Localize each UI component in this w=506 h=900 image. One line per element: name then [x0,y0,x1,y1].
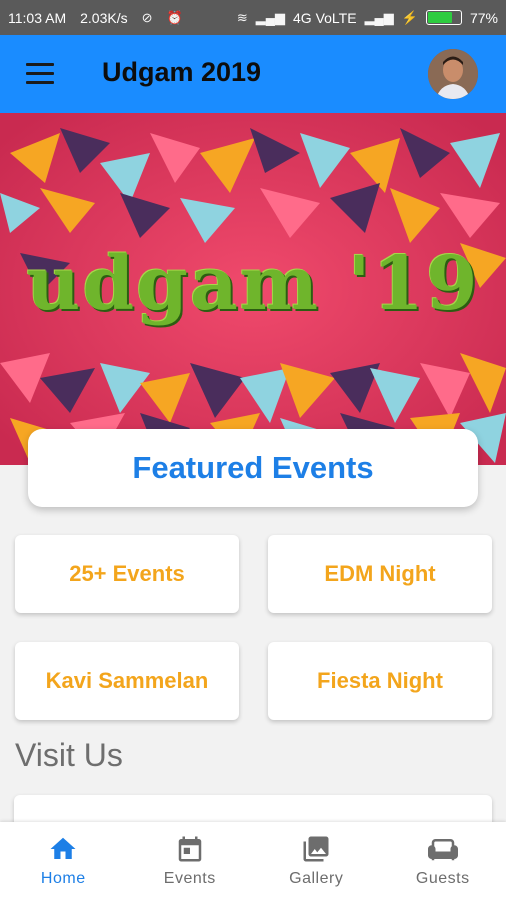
event-tile-fiesta-night[interactable]: Fiesta Night [268,642,492,720]
event-tile-label: 25+ Events [69,561,185,586]
event-tile-label: Fiesta Night [317,668,443,693]
event-tile-label: Kavi Sammelan [45,668,209,693]
battery-icon [425,10,462,25]
wifi-icon: ≋ [236,9,248,25]
notification-off-icon: ⊘ [141,9,153,25]
status-bar: 11:03 AM 2.03K/s ⊘ ⏰ ≋ ▂▄▆ 4G VoLTE ▂▄▆ … [0,0,506,35]
nav-guests[interactable]: Guests [380,822,506,900]
charging-icon: ⚡ [401,9,418,25]
featured-events-title: Featured Events [132,450,374,485]
alarm-icon: ⏰ [166,9,183,25]
calendar-icon [178,836,201,862]
nav-home[interactable]: Home [0,822,127,900]
app-bar: Udgam 2019 [0,35,506,113]
gallery-icon [303,836,329,862]
banner-title: udgam '19 [26,241,480,327]
nav-label-guests: Guests [415,870,470,887]
network-type: 4G VoLTE [293,9,357,26]
featured-events-card[interactable]: Featured Events [28,429,478,507]
status-speed: 2.03K/s [80,9,128,26]
event-tile-label: EDM Night [324,561,436,586]
hamburger-menu-icon[interactable] [26,63,54,85]
signal-icon-2: ▂▄▆ [364,9,394,25]
home-icon [50,837,76,859]
nav-label-gallery: Gallery [289,870,344,887]
nav-label-home: Home [40,870,86,887]
status-time: 11:03 AM [8,9,67,26]
profile-avatar[interactable] [428,49,478,99]
event-banner: udgam '19 [0,113,506,465]
sofa-icon [427,839,458,861]
nav-label-events: Events [163,870,216,887]
visit-us-heading: Visit Us [15,737,123,773]
event-tile-edm-night[interactable]: EDM Night [268,535,492,613]
nav-events[interactable]: Events [127,822,254,900]
signal-icon: ▂▄▆ [255,9,285,25]
app-title: Udgam 2019 [102,57,262,87]
battery-percent: 77% [469,9,498,26]
event-tile-kavi-sammelan[interactable]: Kavi Sammelan [15,642,239,720]
nav-gallery[interactable]: Gallery [253,822,380,900]
bottom-navigation: Home Events Gallery Guests [0,822,506,900]
event-tile-25-events[interactable]: 25+ Events [15,535,239,613]
